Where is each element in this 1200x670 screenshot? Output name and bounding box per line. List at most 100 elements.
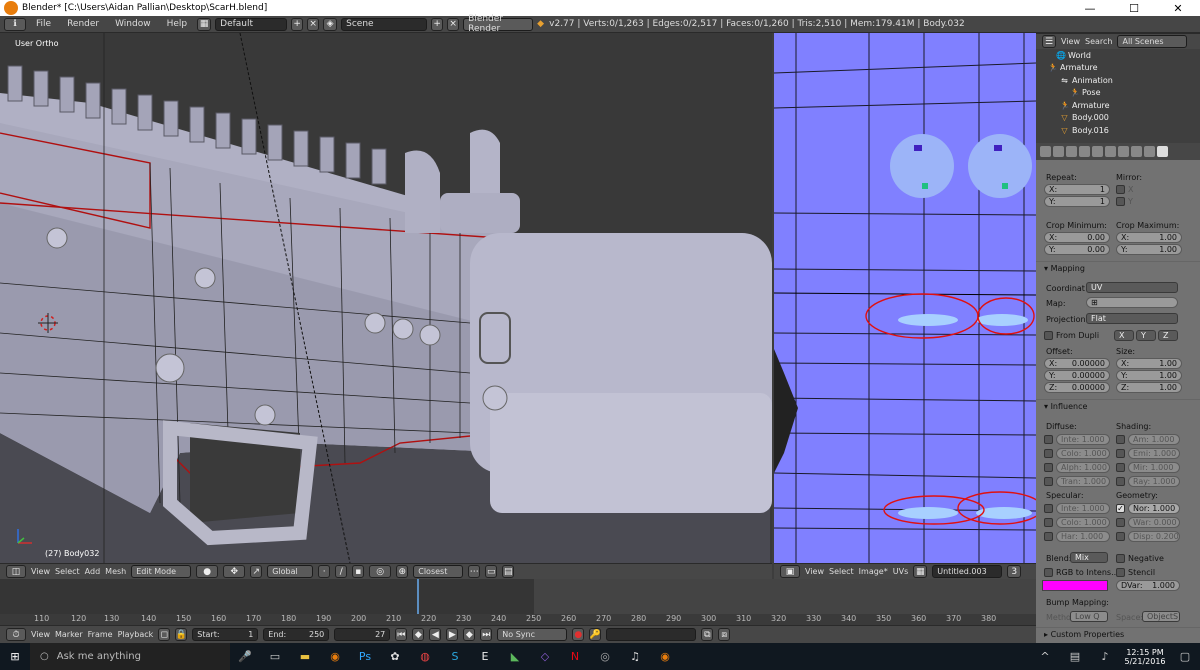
menu-view[interactable]: View — [805, 567, 824, 576]
specular-intensity-checkbox[interactable] — [1044, 504, 1053, 513]
image-browse-icon[interactable]: ▦ — [913, 565, 928, 578]
menu-view[interactable]: View — [1061, 37, 1080, 46]
uv-image-editor[interactable] — [774, 33, 1036, 563]
menu-help[interactable]: Help — [161, 19, 194, 29]
end-frame-field[interactable]: End: 250 — [263, 628, 330, 641]
custom-properties-header[interactable]: ▸ Custom Properties — [1036, 627, 1200, 641]
delete-key-icon[interactable]: ⧈ — [718, 628, 731, 641]
remove-scene-button[interactable]: × — [447, 17, 460, 31]
specular-color-field[interactable]: Colo: 1.000 — [1056, 517, 1110, 528]
action-center-icon[interactable]: ▢ — [1170, 643, 1200, 670]
offset-z-field[interactable]: Z: 0.00000 — [1044, 382, 1110, 393]
task-view-icon[interactable]: ▭ — [260, 643, 290, 670]
menu-search[interactable]: Search — [1085, 37, 1112, 46]
method-select[interactable]: Low Q — [1070, 611, 1108, 622]
hardness-checkbox[interactable] — [1044, 532, 1053, 541]
shading-select[interactable]: ● — [196, 565, 219, 578]
next-keyframe-icon[interactable]: ◆ — [463, 628, 476, 641]
diffuse-color-checkbox[interactable] — [1044, 449, 1053, 458]
crop-min-y-field[interactable]: Y: 0.00 — [1044, 244, 1110, 255]
negative-checkbox[interactable] — [1116, 554, 1125, 563]
netflix-icon[interactable]: N — [560, 643, 590, 670]
properties-editor[interactable]: Repeat: Mirror: X: 1 Y: 1 X Y Crop Minimum… — [1036, 143, 1200, 643]
modifiers-tab[interactable] — [1118, 146, 1129, 157]
add-layout-button[interactable]: + — [291, 17, 304, 31]
object-tab[interactable] — [1092, 146, 1103, 157]
lock-icon[interactable]: 🔒 — [175, 628, 188, 641]
outliner-item[interactable]: 🌐 World — [1036, 49, 1200, 62]
outliner-item[interactable]: 🏃 Pose — [1036, 87, 1200, 100]
prev-keyframe-icon[interactable]: ◆ — [412, 628, 425, 641]
close-button[interactable]: ✕ — [1156, 0, 1200, 16]
outliner-item[interactable]: ▽ Body.016 — [1036, 124, 1200, 137]
outliner-item[interactable]: ⇋ Animation — [1036, 74, 1200, 87]
translucency-field[interactable]: Tran: 1.000 — [1056, 476, 1110, 487]
editor-type-icon[interactable]: ℹ — [4, 17, 26, 31]
render-anim-icon[interactable]: ▤ — [502, 565, 515, 578]
3d-viewport[interactable]: User Ortho (27) Body032 — [0, 33, 772, 563]
crop-max-x-field[interactable]: X: 1.00 — [1116, 232, 1182, 243]
x-axis-select[interactable]: X — [1114, 330, 1134, 341]
scene-tab[interactable] — [1066, 146, 1077, 157]
maximize-button[interactable]: ☐ — [1112, 0, 1156, 16]
displace-checkbox[interactable] — [1116, 532, 1125, 541]
stencil-checkbox[interactable] — [1116, 568, 1125, 577]
y-axis-select[interactable]: Y — [1136, 330, 1156, 341]
volume-icon[interactable]: ♪ — [1090, 643, 1120, 670]
world-tab[interactable] — [1079, 146, 1090, 157]
snap-target-select[interactable]: Closest — [413, 565, 464, 578]
sync-select[interactable]: No Sync — [497, 628, 568, 641]
blender-active-icon[interactable]: ◉ — [650, 643, 680, 670]
cortana-search[interactable]: ○ Ask me anything — [30, 643, 230, 670]
diffuse-intensity-checkbox[interactable] — [1044, 435, 1053, 444]
outliner-item[interactable]: 🏃 Armature — [1036, 99, 1200, 112]
render-preview-icon[interactable]: ▭ — [485, 565, 498, 578]
keying-set-field[interactable] — [606, 628, 697, 641]
orientation-select[interactable]: Global — [267, 565, 314, 578]
blender-taskbar-icon[interactable]: ◉ — [320, 643, 350, 670]
map-field[interactable]: ⊞ — [1086, 297, 1178, 308]
size-x-field[interactable]: X: 1.00 — [1116, 358, 1182, 369]
coordinate-select[interactable]: UV — [1086, 282, 1178, 293]
editor-type-icon[interactable]: ☰ — [1042, 35, 1056, 48]
menu-playback[interactable]: Playback — [118, 630, 154, 639]
layers-tab[interactable] — [1053, 146, 1064, 157]
translucency-checkbox[interactable] — [1044, 477, 1053, 486]
repeat-y-field[interactable]: Y: 1 — [1044, 196, 1110, 207]
outliner-item[interactable]: ▽ Body.000 — [1036, 112, 1200, 125]
menu-select[interactable]: Select — [829, 567, 854, 576]
menu-render[interactable]: Render — [61, 19, 105, 29]
chrome-icon[interactable]: ◍ — [410, 643, 440, 670]
menu-marker[interactable]: Marker — [55, 630, 83, 639]
notification-chevron-icon[interactable]: ^ — [1030, 643, 1060, 670]
pivot-select[interactable]: ✥ — [223, 565, 246, 578]
epic-games-icon[interactable]: E — [470, 643, 500, 670]
render-engine-select[interactable]: Blender Render — [463, 14, 534, 34]
mirror-y-checkbox[interactable] — [1116, 197, 1125, 206]
menu-view[interactable]: View — [31, 630, 50, 639]
from-dupli-checkbox[interactable] — [1044, 331, 1053, 340]
itunes-icon[interactable]: ♫ — [620, 643, 650, 670]
snap-option-icon[interactable]: ⋯ — [468, 565, 481, 578]
proportional-edit-icon[interactable]: ◎ — [369, 565, 392, 578]
clock[interactable]: 12:15 PM 5/21/2016 — [1120, 648, 1170, 666]
vertex-select-icon[interactable]: · — [318, 565, 331, 578]
influence-panel-header[interactable]: ▾ Influence — [1036, 399, 1200, 413]
offset-x-field[interactable]: X: 0.00000 — [1044, 358, 1110, 369]
specular-color-checkbox[interactable] — [1044, 518, 1053, 527]
layout-field[interactable]: Default — [215, 17, 288, 31]
skype-icon[interactable]: S — [440, 643, 470, 670]
network-icon[interactable]: ▤ — [1060, 643, 1090, 670]
warp-checkbox[interactable] — [1116, 518, 1125, 527]
ray-mirror-field[interactable]: Ray: 1.000 — [1128, 476, 1180, 487]
projection-select[interactable]: Flat — [1086, 313, 1178, 324]
mirror-x-checkbox[interactable] — [1116, 185, 1125, 194]
snap-icon[interactable]: ⊕ — [396, 565, 409, 578]
constraints-tab[interactable] — [1105, 146, 1116, 157]
file-explorer-icon[interactable]: ▬ — [290, 643, 320, 670]
ray-mirror-checkbox[interactable] — [1116, 477, 1125, 486]
space-select[interactable]: ObjectS — [1142, 611, 1180, 622]
play-reverse-icon[interactable]: ◀ — [429, 628, 442, 641]
menu-mesh[interactable]: Mesh — [105, 567, 126, 576]
alpha-field[interactable]: Alph: 1.000 — [1056, 462, 1110, 473]
